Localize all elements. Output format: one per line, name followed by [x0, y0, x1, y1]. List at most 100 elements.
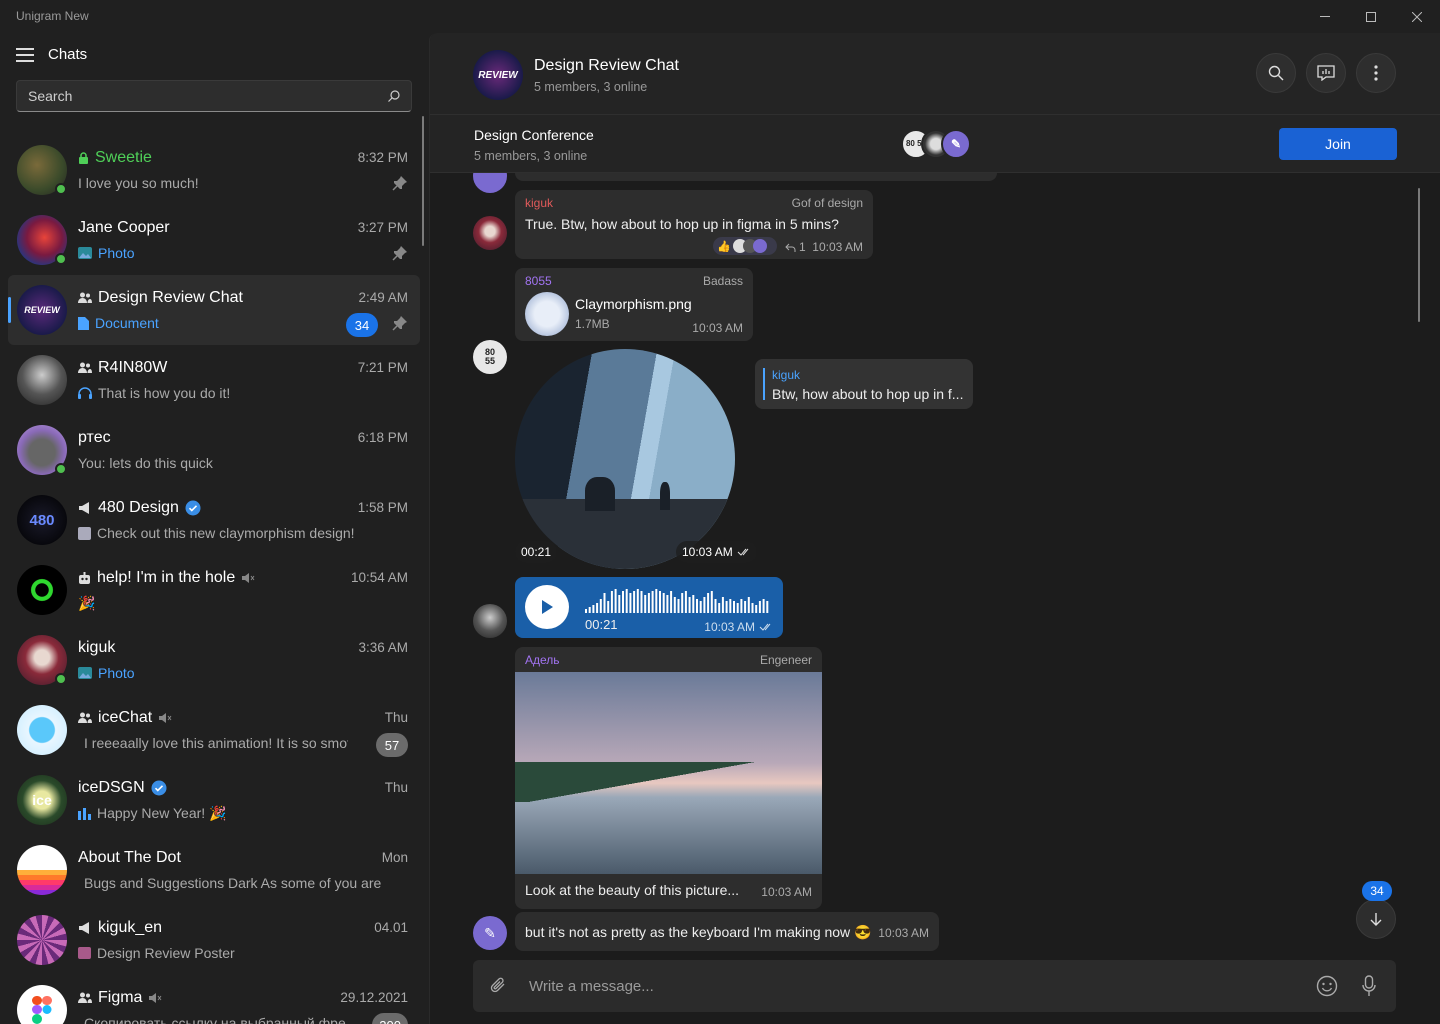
- waveform-bar: [614, 589, 617, 613]
- waveform-bar: [699, 601, 702, 613]
- file-thumbnail[interactable]: [525, 292, 569, 336]
- chat-item-kiguk-en[interactable]: kiguk_en Design Review Poster 04.01: [8, 905, 420, 975]
- muted-icon: [159, 713, 172, 723]
- play-button[interactable]: [525, 585, 569, 629]
- message-bubble[interactable]: 8055 Badass Claymorphism.png 1.7MB 10:03…: [515, 268, 753, 341]
- waveform-bar: [681, 593, 684, 613]
- waveform-bar: [751, 603, 754, 613]
- sender-name[interactable]: kiguk: [525, 196, 553, 210]
- pin-icon: [392, 176, 407, 191]
- search-placeholder[interactable]: Search: [28, 88, 72, 104]
- chat-preview: Check out this new claymorphism design!: [97, 525, 355, 541]
- sidebar-scrollbar[interactable]: [422, 116, 424, 246]
- message-composer: [473, 960, 1396, 1012]
- reactions[interactable]: 👍: [713, 237, 777, 255]
- waveform-bar: [684, 591, 687, 613]
- message-time: 10:03 AM: [704, 620, 773, 634]
- chat-item-design-review-chat[interactable]: REVIEW Design Review Chat Document 2:49 …: [8, 275, 420, 345]
- search-box[interactable]: Search: [16, 80, 412, 112]
- sender-name[interactable]: 8055: [525, 274, 552, 288]
- participant-avatar: ✎: [941, 129, 971, 159]
- sender-title: Engeneer: [759, 653, 812, 667]
- unread-badge: 34: [346, 313, 378, 337]
- waveform-bar: [710, 591, 713, 613]
- chat-time: 10:54 AM: [350, 570, 408, 585]
- chat-name: help! I'm in the hole: [97, 569, 236, 586]
- sidebar-title: Chats: [48, 46, 88, 63]
- chat-item-480-design[interactable]: 480 480 Design Check out this new claymo…: [8, 485, 420, 555]
- maximize-button[interactable]: [1348, 0, 1394, 33]
- photo[interactable]: [515, 672, 822, 874]
- chat-name: 480 Design: [98, 499, 179, 516]
- waveform-bar: [714, 599, 717, 613]
- menu-icon[interactable]: [16, 48, 34, 62]
- chat-item-kiguk[interactable]: kiguk Photo 3:36 AM: [8, 625, 420, 695]
- avatar: REVIEW: [17, 285, 67, 335]
- message-time: 10:03 AM: [878, 926, 929, 940]
- chat-preview: 🎉: [78, 595, 96, 611]
- avatar: [17, 705, 67, 755]
- chat-avatar[interactable]: REVIEW: [473, 50, 523, 100]
- sender-avatar[interactable]: ✎: [473, 916, 507, 950]
- chat-item-icedsgn[interactable]: ice iceDSGN Happy New Year! 🎉 Thu: [8, 765, 420, 835]
- avatar: [17, 565, 67, 615]
- search-button[interactable]: [1256, 53, 1296, 93]
- file-name: Claymorphism.png: [575, 296, 692, 312]
- waveform-bar: [703, 597, 706, 613]
- message-bubble[interactable]: kiguk Gof of design True. Btw, how about…: [515, 190, 873, 259]
- sender-avatar[interactable]: [473, 604, 507, 638]
- chat-item-r4in80w[interactable]: R4IN80W That is how you do it! 7:21 PM: [8, 345, 420, 415]
- chat-item-help-im-in-the-hole[interactable]: help! I'm in the hole 🎉 10:54 AM: [8, 555, 420, 625]
- waveform-bar: [633, 591, 636, 613]
- reply-bar: [763, 368, 765, 400]
- waveform-bar: [762, 599, 765, 613]
- waveform-bar: [585, 609, 587, 613]
- message-bubble[interactable]: [515, 173, 997, 181]
- chat-item-sweetie[interactable]: Sweetie I love you so much! 8:32 PM: [8, 135, 420, 205]
- message-scrollbar[interactable]: [1418, 188, 1420, 322]
- thumbs-up-icon: 👍: [717, 240, 731, 253]
- chat-item-ptec[interactable]: ртес You: lets do this quick 6:18 PM: [8, 415, 420, 485]
- reply-preview[interactable]: kiguk Btw, how about to hop up in f...: [755, 359, 973, 409]
- file-size: 1.7MB: [575, 317, 610, 331]
- chat-item-icechat[interactable]: iceChat I reeeaally love this animation!…: [8, 695, 420, 765]
- more-options-button[interactable]: [1356, 53, 1396, 93]
- voice-message-bubble[interactable]: 00:21 10:03 AM: [515, 577, 783, 638]
- message-bubble[interactable]: Адель Engeneer Look at the beauty of thi…: [515, 647, 822, 909]
- message-time: 10:03 AM: [812, 240, 863, 254]
- waveform-bar: [744, 601, 747, 613]
- sender-name[interactable]: Адель: [525, 653, 560, 667]
- chat-item-jane-cooper[interactable]: Jane Cooper Photo 3:27 PM: [8, 205, 420, 275]
- chat-item-figma[interactable]: Figma Скопировать ссылку на выбранный фр…: [8, 975, 420, 1024]
- waveform[interactable]: [585, 589, 775, 613]
- call-title: Design Conference: [474, 127, 594, 143]
- message-bubble[interactable]: but it's not as pretty as the keyboard I…: [515, 912, 939, 951]
- reply-count[interactable]: 1: [785, 240, 806, 254]
- photo-thumbnail-icon: [78, 667, 92, 679]
- waveform-bar: [588, 607, 591, 613]
- chat-title[interactable]: Design Review Chat: [534, 57, 679, 75]
- video-message[interactable]: [515, 349, 735, 569]
- join-button[interactable]: Join: [1279, 128, 1397, 160]
- scroll-down-button[interactable]: [1356, 899, 1396, 939]
- waveform-bar: [696, 599, 698, 613]
- sender-avatar[interactable]: [473, 216, 507, 250]
- megaphone-icon: [79, 922, 89, 934]
- avatar: [17, 985, 67, 1024]
- message-input[interactable]: [529, 974, 1229, 998]
- attach-icon[interactable]: [489, 976, 509, 996]
- headphones-icon: [78, 387, 92, 399]
- emoji-icon[interactable]: [1316, 975, 1338, 997]
- title-bar: Unigram New: [0, 0, 1440, 33]
- close-button[interactable]: [1394, 0, 1440, 33]
- avatar: 480: [17, 495, 67, 545]
- read-checkmarks-icon: [737, 548, 749, 556]
- video-chat-button[interactable]: [1306, 53, 1346, 93]
- chat-time: 1:58 PM: [357, 500, 408, 515]
- message-text: True. Btw, how about to hop up in figma …: [525, 216, 839, 232]
- chat-item-about-the-dot[interactable]: About The Dot Bugs and Suggestions Dark …: [8, 835, 420, 905]
- minimize-button[interactable]: [1302, 0, 1348, 33]
- microphone-icon[interactable]: [1362, 975, 1376, 997]
- sender-avatar[interactable]: 80 55: [473, 340, 507, 374]
- group-icon: [78, 362, 92, 373]
